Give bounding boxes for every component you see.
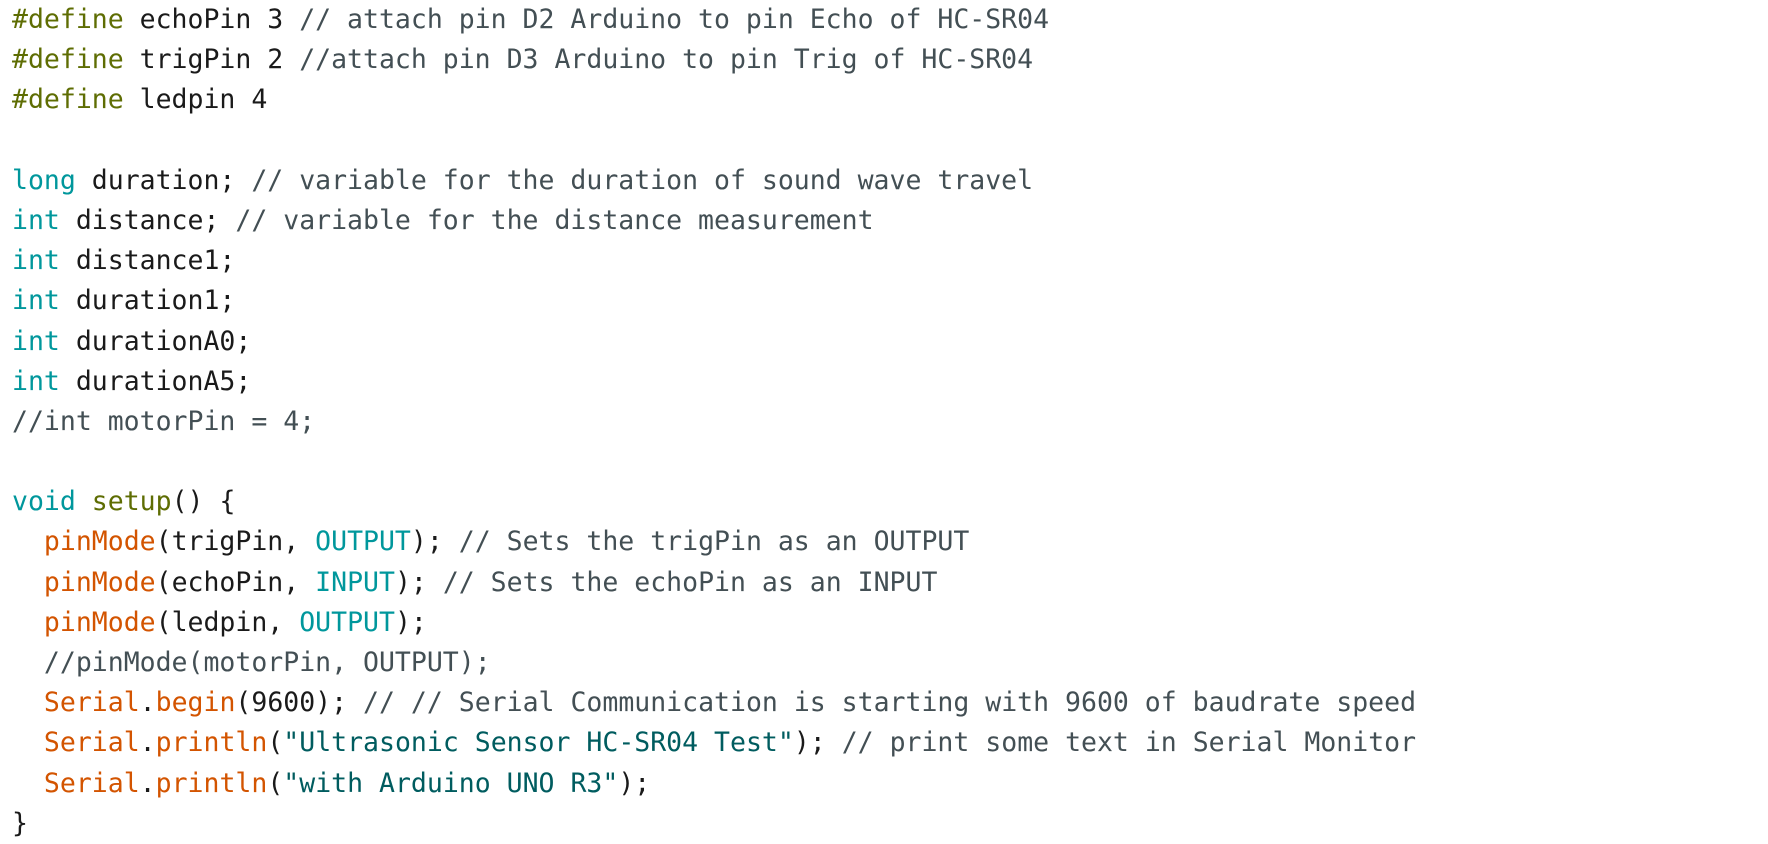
preprocessor-token: setup [91, 486, 172, 518]
string-literal: "Ultrasonic Sensor HC-SR04 Test" [283, 727, 794, 759]
code-text: ( [267, 767, 284, 799]
code-text: (echoPin, [155, 566, 316, 598]
type-keyword: int [12, 285, 60, 317]
preprocessor-token: #define [12, 84, 124, 116]
code-line[interactable]: #define trigPin 2 //attach pin D3 Arduin… [12, 40, 1762, 80]
function-name: Serial [43, 687, 140, 719]
code-line[interactable]: int duration1; [12, 281, 1762, 321]
code-line[interactable]: #define echoPin 3 // attach pin D2 Ardui… [12, 0, 1762, 40]
code-comment: // variable for the distance measurement [235, 204, 874, 236]
function-name: Serial [43, 767, 140, 799]
code-line[interactable]: int distance; // variable for the distan… [12, 201, 1762, 241]
code-text: (ledpin, [155, 606, 300, 638]
string-literal: "with Arduino UNO R3" [283, 767, 619, 799]
code-text: . [139, 767, 156, 799]
code-comment: // // Serial Communication is starting w… [363, 687, 1417, 719]
function-name: println [155, 767, 268, 799]
code-line[interactable]: pinMode(echoPin, INPUT); // Sets the ech… [12, 563, 1762, 603]
code-text: duration1; [59, 285, 236, 317]
code-text: distance; [59, 204, 236, 236]
code-comment: // Sets the echoPin as an INPUT [442, 566, 938, 598]
function-name: begin [155, 687, 236, 719]
constant-token: INPUT [315, 566, 395, 598]
code-text: durationA0; [59, 325, 252, 357]
code-comment: //pinMode(motorPin, OUTPUT); [43, 647, 491, 678]
type-keyword: int [12, 245, 60, 277]
code-text: ); [394, 566, 443, 598]
code-text: ledpin 4 [123, 84, 268, 116]
code-text: ); [618, 767, 651, 799]
code-line[interactable]: int durationA5; [12, 362, 1762, 402]
code-comment: // attach pin D2 Arduino to pin Echo of … [299, 4, 1050, 35]
code-text: . [139, 687, 156, 719]
type-keyword: int [12, 204, 60, 236]
code-line[interactable]: } [12, 804, 1762, 844]
code-line[interactable]: pinMode(trigPin, OUTPUT); // Sets the tr… [12, 522, 1762, 562]
code-text: ); [793, 727, 842, 759]
preprocessor-token: #define [12, 44, 124, 76]
code-comment: //int motorPin = 4; [12, 405, 316, 437]
code-text: trigPin 2 [123, 44, 300, 76]
code-text: ( [267, 727, 284, 759]
code-text: } [12, 807, 28, 839]
code-text: distance1; [59, 245, 236, 277]
preprocessor-token: #define [12, 4, 124, 35]
code-line[interactable]: //pinMode(motorPin, OUTPUT); [12, 643, 1762, 683]
code-line[interactable]: void setup() { [12, 482, 1762, 522]
code-line[interactable]: Serial.println("with Arduino UNO R3"); [12, 764, 1762, 804]
code-comment: // print some text in Serial Monitor [841, 727, 1417, 759]
code-line[interactable]: #define ledpin 4 [12, 80, 1762, 120]
code-text: (9600); [235, 687, 364, 719]
type-keyword: int [12, 365, 60, 397]
code-comment: // variable for the duration of sound wa… [251, 164, 1034, 196]
code-comment: // Sets the trigPin as an OUTPUT [458, 526, 970, 558]
code-text: (trigPin, [155, 526, 316, 558]
code-text: () { [171, 486, 236, 518]
code-editor[interactable]: #define echoPin 3 // attach pin D2 Ardui… [12, 0, 1762, 842]
function-name: Serial [43, 727, 140, 759]
code-text: ); [410, 526, 459, 558]
code-line[interactable]: int durationA0; [12, 322, 1762, 362]
code-line[interactable]: pinMode(ledpin, OUTPUT); [12, 603, 1762, 643]
code-line[interactable] [12, 121, 1762, 161]
constant-token: OUTPUT [315, 526, 411, 558]
type-keyword: void [12, 486, 76, 518]
constant-token: OUTPUT [299, 606, 395, 638]
code-line[interactable]: int distance1; [12, 241, 1762, 281]
function-name: pinMode [43, 566, 156, 598]
code-line[interactable]: long duration; // variable for the durat… [12, 161, 1762, 201]
code-comment: //attach pin D3 Arduino to pin Trig of H… [299, 44, 1034, 76]
code-text: durationA5; [59, 365, 252, 397]
code-text: ); [394, 606, 427, 638]
function-name: pinMode [43, 606, 156, 638]
type-keyword: long [12, 164, 76, 196]
function-name: pinMode [43, 526, 156, 558]
code-text: duration; [75, 164, 252, 196]
function-name: println [155, 727, 268, 759]
type-keyword: int [12, 325, 60, 357]
code-line[interactable] [12, 442, 1762, 482]
code-line[interactable]: Serial.begin(9600); // // Serial Communi… [12, 683, 1762, 723]
code-text: . [139, 727, 156, 759]
code-text: echoPin 3 [123, 4, 300, 35]
code-line[interactable]: //int motorPin = 4; [12, 402, 1762, 442]
code-line[interactable]: Serial.println("Ultrasonic Sensor HC-SR0… [12, 723, 1762, 763]
